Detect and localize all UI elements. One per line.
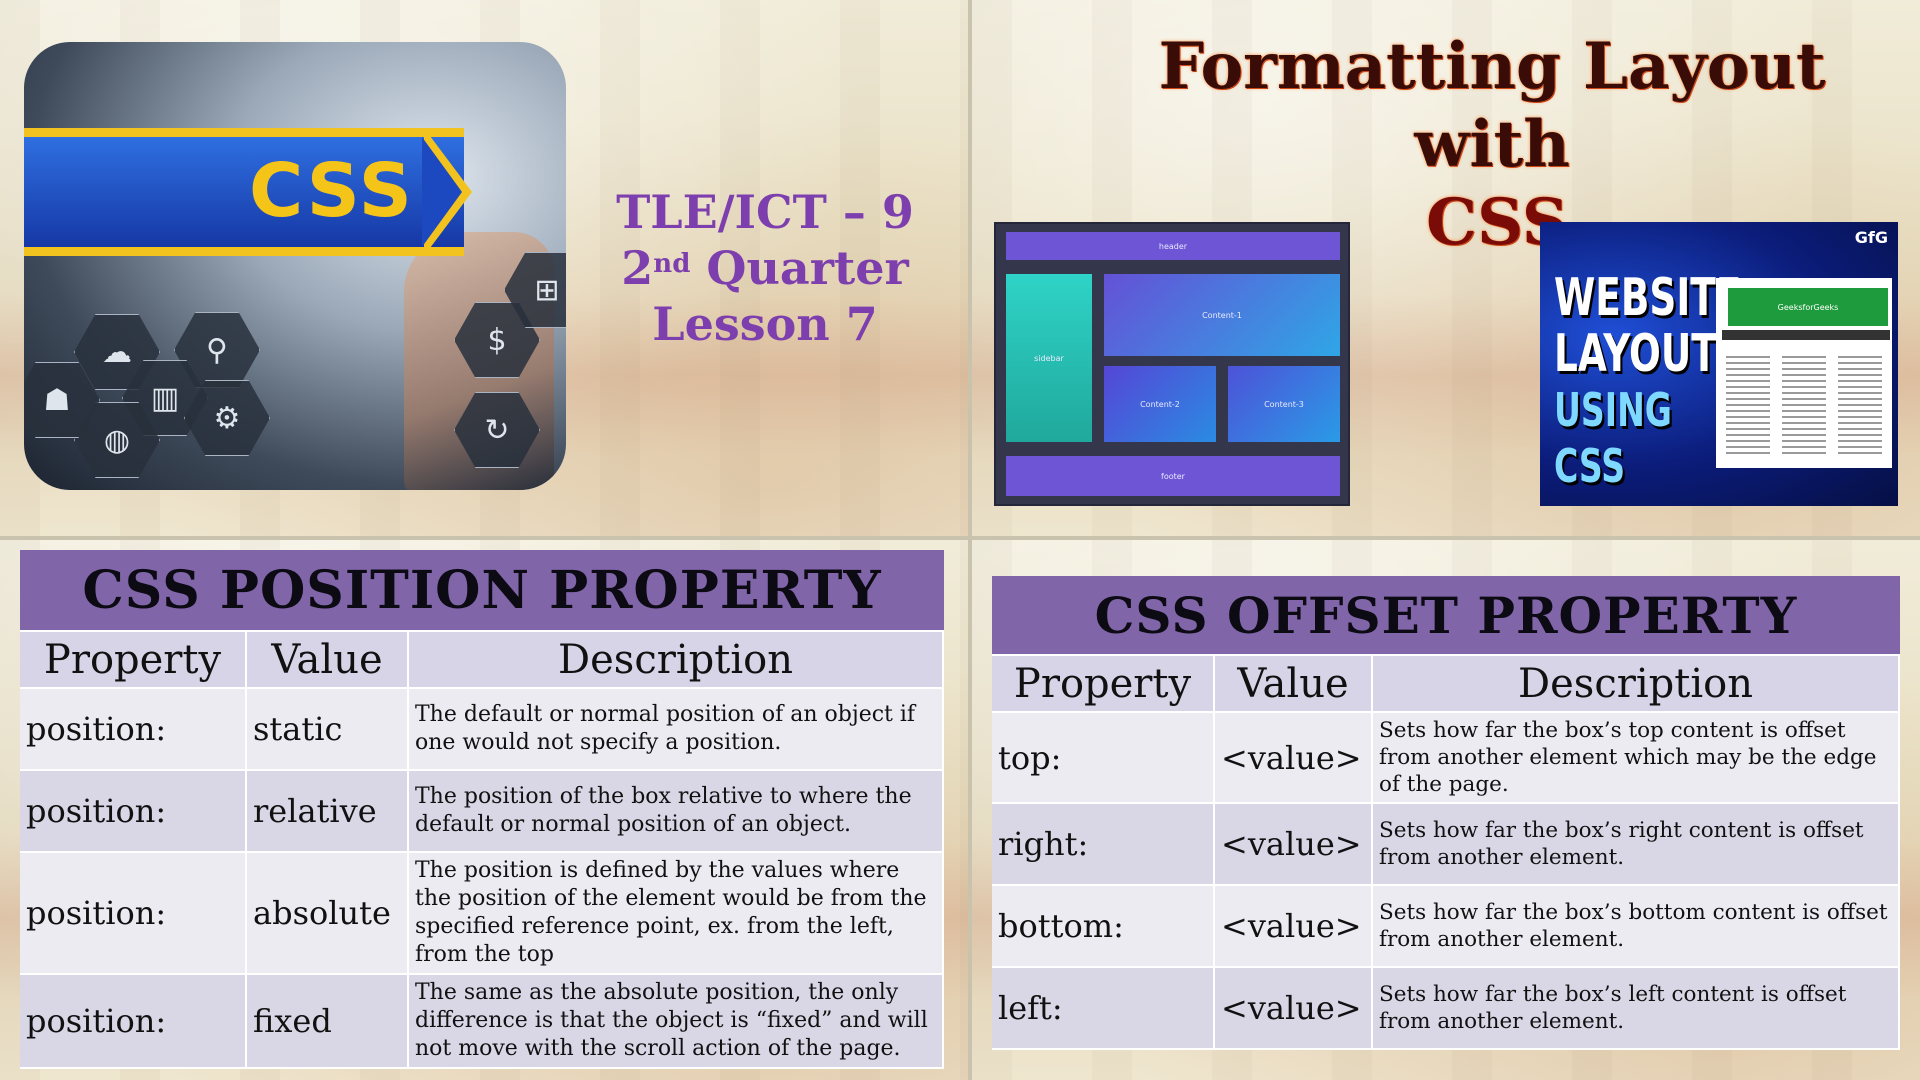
diagram-content-2: Content-2 — [1104, 366, 1216, 442]
layout-diagram: header sidebar Content-1 Content-2 Conte… — [994, 222, 1350, 506]
table-row: top: <value> Sets how far the box’s top … — [992, 712, 1900, 804]
table-row: right: <value> Sets how far the box’s ri… — [992, 803, 1900, 886]
diagram-sidebar: sidebar — [1006, 274, 1092, 442]
position-table-title: CSS POSITION PROPERTY — [20, 550, 944, 632]
header-description: Description — [1372, 656, 1900, 713]
diagram-header: header — [1006, 232, 1340, 260]
gfg-logo: GfG — [1854, 228, 1888, 247]
offset-table: Property Value Description top: <value> … — [992, 656, 1900, 1050]
css-logo-text: CSS — [249, 148, 414, 234]
slide-lesson-cover: CSS ☁ ⚲ ▥ ⚙ ◍ $ ↻ ⊞ ☗ TLE/ICT – 9 2nd Qu… — [0, 0, 968, 536]
table-row: position: relative The position of the b… — [20, 770, 944, 853]
website-layout-thumbnail: GfG WEBSITE LAYOUT USING CSS GeeksforGee… — [1540, 222, 1898, 506]
header-value: Value — [246, 632, 409, 689]
css-hero-image: CSS ☁ ⚲ ▥ ⚙ ◍ $ ↻ ⊞ ☗ — [24, 42, 566, 490]
thumbnail-text: WEBSITE LAYOUT USING CSS — [1554, 268, 1742, 493]
offset-table-container: CSS OFFSET PROPERTY Property Value Descr… — [992, 576, 1900, 1050]
header-property: Property — [992, 656, 1215, 713]
diagram-content-3: Content-3 — [1228, 366, 1340, 442]
header-description: Description — [408, 632, 944, 689]
thumbnail-page-preview: GeeksforGeeks — [1716, 278, 1892, 468]
diagram-content-1: Content-1 — [1104, 274, 1340, 356]
lesson-heading: TLE/ICT – 9 2nd Quarter Lesson 7 — [590, 184, 940, 352]
slide-formatting-layout: Formatting Layout with CSS header sideba… — [972, 0, 1920, 536]
diagram-footer: footer — [1006, 456, 1340, 496]
position-table: Property Value Description position: sta… — [20, 632, 944, 1069]
table-row: position: fixed The same as the absolute… — [20, 974, 944, 1069]
course-line: TLE/ICT – 9 — [616, 185, 914, 239]
slide-offset-property: CSS OFFSET PROPERTY Property Value Descr… — [972, 540, 1920, 1080]
table-row: bottom: <value> Sets how far the box’s b… — [992, 885, 1900, 968]
position-table-container: CSS POSITION PROPERTY Property Value Des… — [20, 550, 944, 1069]
offset-table-title: CSS OFFSET PROPERTY — [992, 576, 1900, 656]
table-row: left: <value> Sets how far the box’s lef… — [992, 967, 1900, 1050]
table-row: position: absolute The position is defin… — [20, 852, 944, 975]
page-preview-header: GeeksforGeeks — [1728, 288, 1888, 326]
header-property: Property — [20, 632, 247, 689]
quarter-line: 2nd Quarter — [621, 241, 909, 295]
lesson-number-line: Lesson 7 — [652, 297, 878, 351]
table-row: position: static The default or normal p… — [20, 688, 944, 771]
slide-position-property: CSS POSITION PROPERTY Property Value Des… — [0, 540, 968, 1080]
header-value: Value — [1214, 656, 1373, 713]
